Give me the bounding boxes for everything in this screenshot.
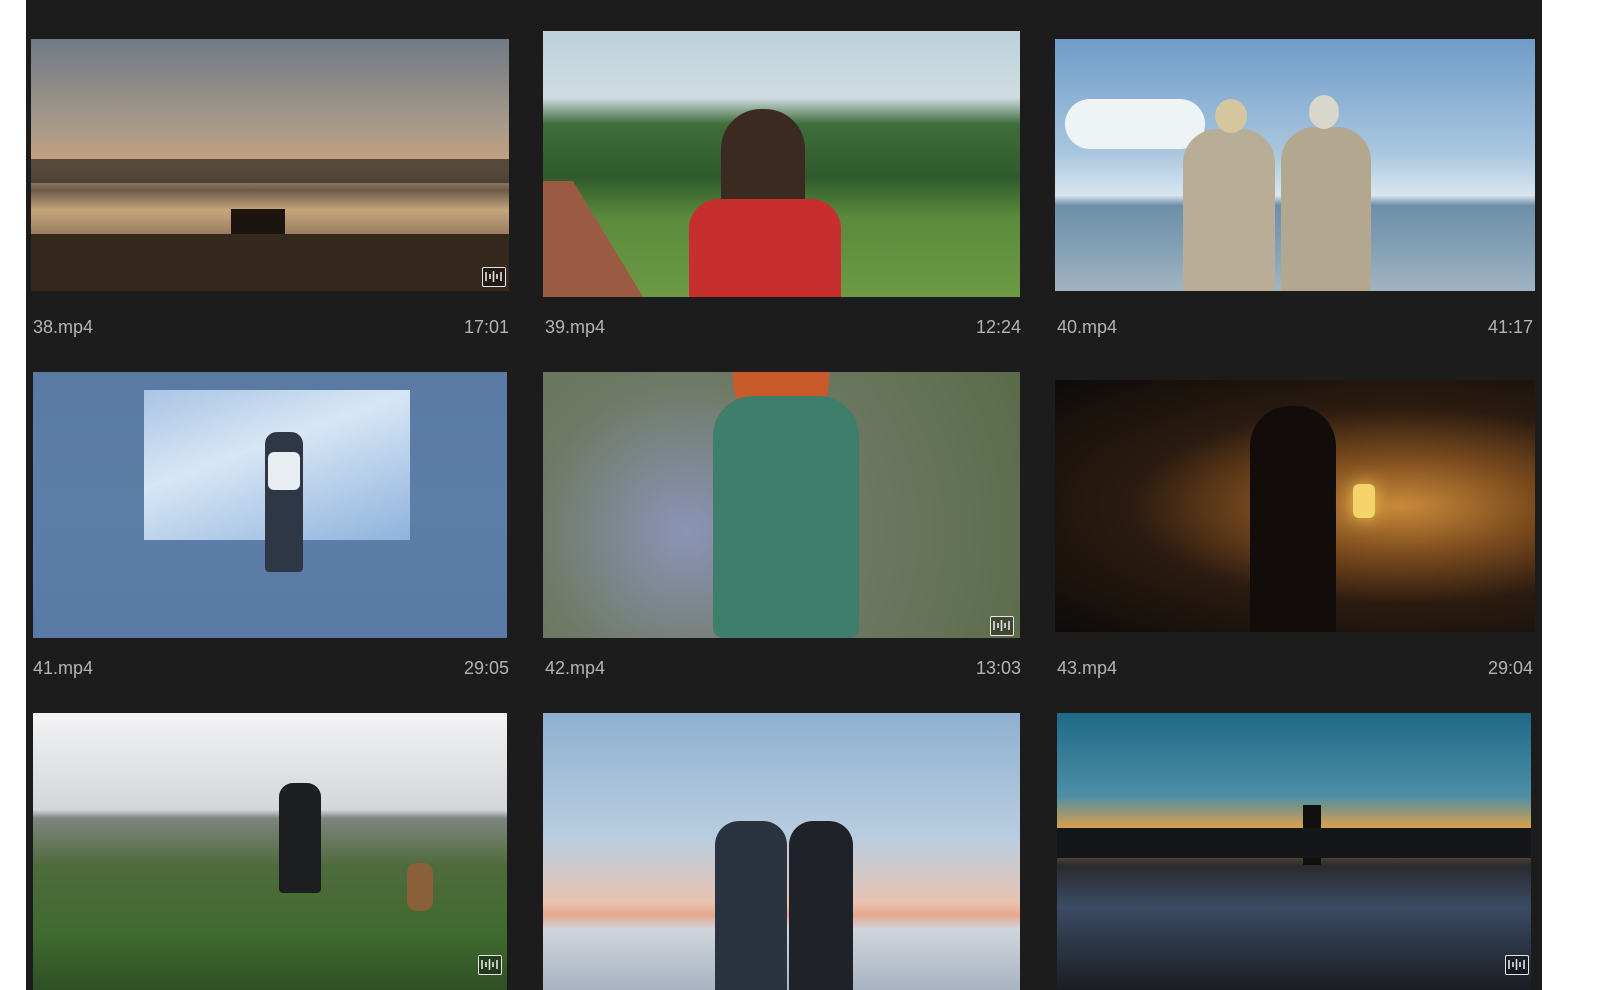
file-name: 42.mp4 [545,658,606,678]
man-silhouette [279,783,321,893]
video-thumbnail[interactable] [33,372,507,638]
duration: 17:01 [463,317,509,337]
audio-waveform-icon [1508,959,1525,970]
file-name: 41.mp4 [33,658,94,678]
video-thumbnail[interactable] [543,372,1020,638]
video-thumbnail[interactable] [31,39,509,291]
audio-badge [990,616,1014,636]
duration: 12:24 [975,317,1021,337]
file-name: 38.mp4 [33,317,94,337]
duration: 29:05 [463,658,509,678]
red-top [689,199,841,297]
person-coat-right [1281,127,1371,291]
video-thumbnail[interactable] [543,31,1020,297]
duration: 41:17 [1487,317,1533,337]
green-dress [713,396,859,638]
treeline [1057,828,1531,858]
video-thumbnail[interactable] [1055,39,1535,291]
head-left [1215,99,1247,133]
video-thumbnail[interactable] [1057,713,1531,990]
audio-badge [478,955,502,975]
file-name: 43.mp4 [1057,658,1118,678]
figure-silhouette [1250,406,1336,632]
bench-silhouette [231,209,285,237]
path [543,181,643,297]
treeline [31,159,509,183]
audio-waveform-icon [485,271,502,282]
duration: 29:04 [1487,658,1533,678]
video-thumbnail[interactable] [543,713,1020,990]
cloud [1065,99,1205,149]
file-name: 40.mp4 [1057,317,1118,337]
video-thumbnail[interactable] [1055,380,1535,632]
person-coat-left [1183,129,1275,291]
man-silhouette [715,821,787,990]
audio-waveform-icon [481,959,498,970]
file-name: 39.mp4 [545,317,606,337]
audio-badge [1505,955,1529,975]
dog [407,863,433,911]
media-grid: 38.mp4 17:01 39.mp4 12:24 40.mp4 41:17 4… [26,0,1542,990]
woman-silhouette [789,821,853,990]
dancer-shirt [268,452,300,490]
head-right [1309,95,1339,129]
ground [31,234,509,291]
lantern-icon [1353,484,1375,518]
video-thumbnail[interactable] [33,713,507,990]
audio-waveform-icon [993,620,1010,631]
duration: 13:03 [975,658,1021,678]
audio-badge [482,267,506,287]
